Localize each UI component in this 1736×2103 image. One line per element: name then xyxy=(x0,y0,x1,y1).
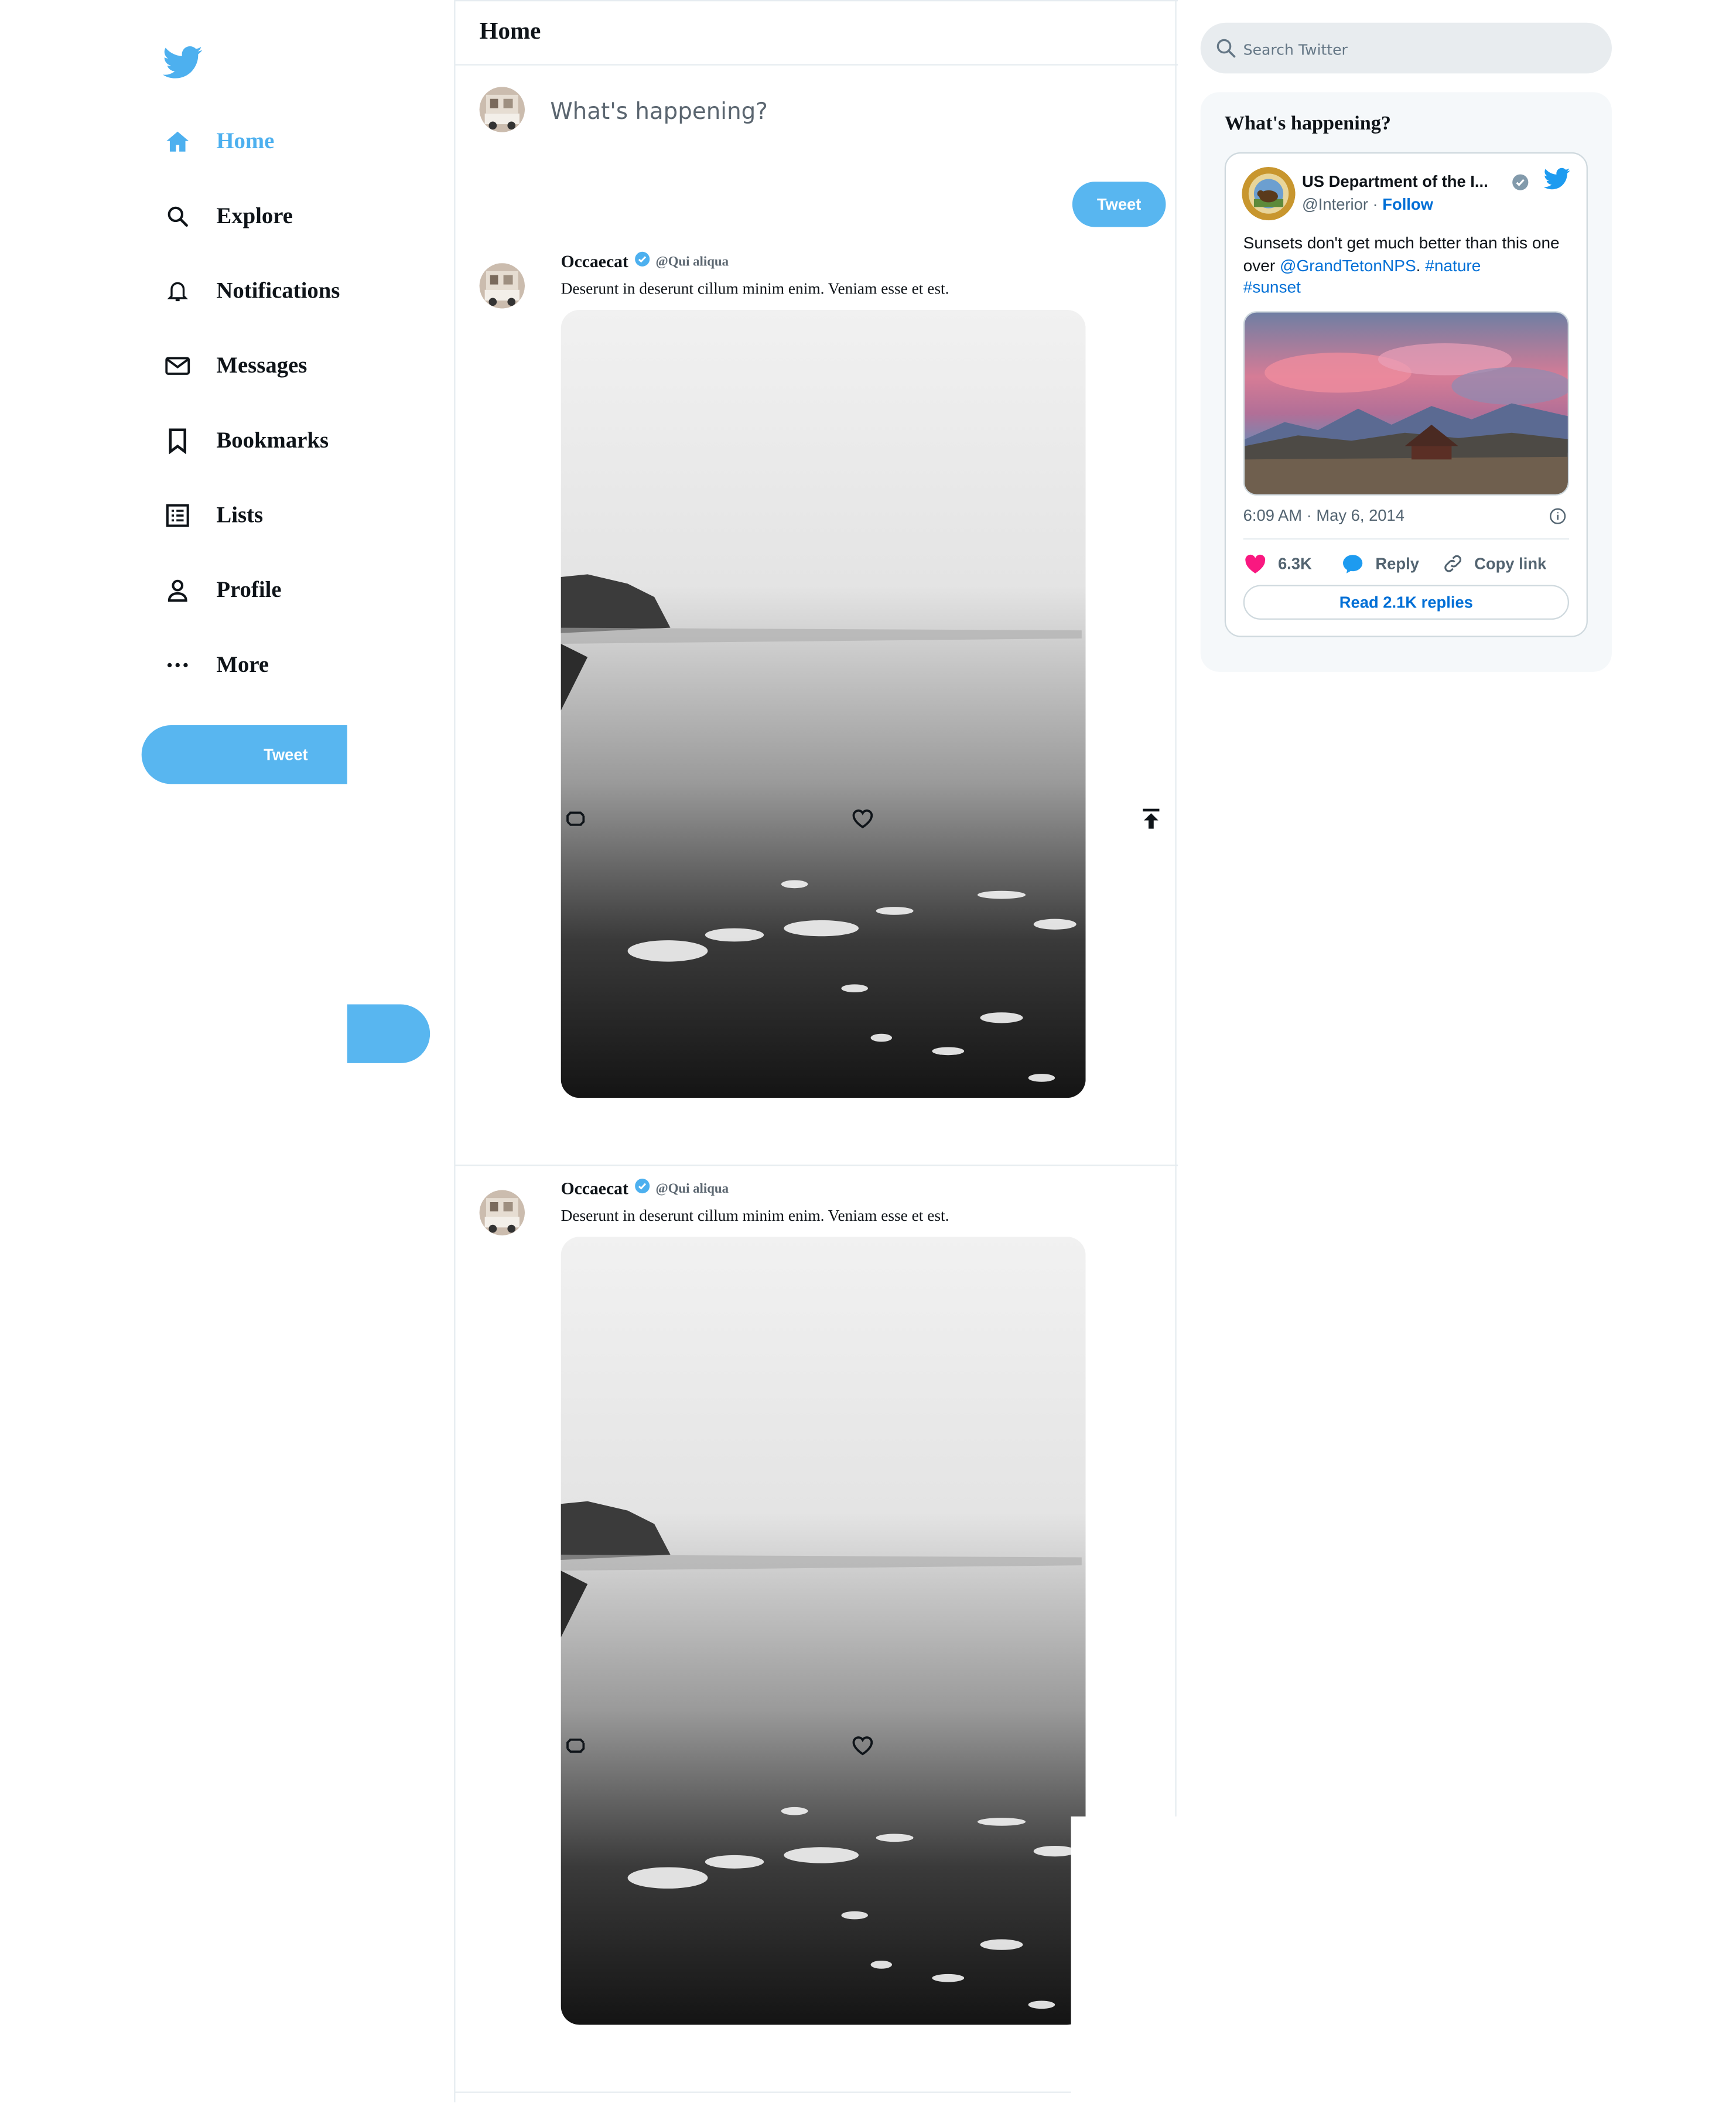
embed-photo[interactable] xyxy=(1243,311,1569,496)
list-icon xyxy=(163,501,192,530)
nav-lists-label: Lists xyxy=(216,502,264,528)
nav-notifications-label: Notifications xyxy=(216,278,340,303)
verified-badge-icon xyxy=(1512,174,1529,190)
tweet-handle[interactable]: @Qui aliqua xyxy=(655,1182,729,1197)
page-title: Home xyxy=(479,17,541,45)
nav-profile[interactable]: Profile xyxy=(163,571,282,610)
tweet-text: Deserunt in deserunt cillum minim enim. … xyxy=(561,1206,949,1225)
heart-icon xyxy=(1245,554,1266,573)
timeline: Home Tweet Occaecat @Qui aliqua Deserunt… xyxy=(454,0,1178,2102)
twitter-bird-icon[interactable] xyxy=(163,46,203,80)
link-icon xyxy=(1444,555,1461,572)
tweet-author-name[interactable]: Occaecat xyxy=(561,251,628,272)
like-icon[interactable] xyxy=(848,803,877,832)
nav-notifications[interactable]: Notifications xyxy=(163,271,340,311)
tweet-photo[interactable] xyxy=(561,1237,1086,2025)
like-count: 6.3K xyxy=(1277,554,1312,573)
read-replies-label: Read 2.1K replies xyxy=(1339,593,1473,612)
read-replies-button[interactable]: Read 2.1K replies xyxy=(1243,585,1569,620)
embed-divider xyxy=(1243,538,1569,540)
envelope-icon xyxy=(163,351,192,381)
like-icon[interactable] xyxy=(848,1730,877,1759)
interior-seal-avatar[interactable] xyxy=(1242,167,1296,221)
follow-link[interactable]: Follow xyxy=(1382,195,1433,214)
timeline-header: Home xyxy=(455,0,1178,66)
tweet-photo[interactable] xyxy=(561,309,1086,1098)
nav-explore-label: Explore xyxy=(216,203,293,228)
floating-blue-tab[interactable] xyxy=(347,1004,430,1063)
nav-messages[interactable]: Messages xyxy=(163,346,307,386)
bookmark-icon xyxy=(163,426,192,455)
whats-happening-panel: What's happening? US Department of the I… xyxy=(1200,92,1612,672)
reply-label: Reply xyxy=(1375,554,1419,573)
retweet-icon[interactable] xyxy=(561,1731,590,1760)
embed-text-part: . xyxy=(1416,255,1426,275)
compose-tweet-label: Tweet xyxy=(1096,194,1142,214)
embedded-tweet[interactable]: US Department of the I... @Interior · Fo… xyxy=(1224,152,1588,637)
search-icon xyxy=(163,202,192,231)
home-icon xyxy=(163,127,192,156)
compose-tweet-button[interactable]: Tweet xyxy=(1072,182,1166,227)
tweet-avatar[interactable] xyxy=(479,1190,525,1235)
tweet-text: Deserunt in deserunt cillum minim enim. … xyxy=(561,279,949,298)
tweet-author-name[interactable]: Occaecat xyxy=(561,1178,628,1199)
bell-icon xyxy=(163,276,192,306)
search-input[interactable] xyxy=(1241,36,1594,63)
nav-more[interactable]: More xyxy=(163,645,269,685)
copy-link-label: Copy link xyxy=(1474,554,1547,573)
embed-handle[interactable]: @Interior xyxy=(1302,195,1368,214)
nav-home[interactable]: Home xyxy=(163,121,274,161)
compose-avatar[interactable] xyxy=(479,87,525,132)
sidebar-tweet-button[interactable]: Tweet xyxy=(141,725,347,784)
nav-bookmarks[interactable]: Bookmarks xyxy=(163,421,329,460)
panel-title: What's happening? xyxy=(1224,113,1391,135)
timeline-border xyxy=(1175,0,1177,1817)
embed-handle-row: @Interior · Follow xyxy=(1302,195,1433,214)
search-icon xyxy=(1216,39,1236,58)
verified-badge-icon xyxy=(635,1179,650,1194)
verified-badge-icon xyxy=(635,251,650,267)
blank-overlay xyxy=(1071,1816,1191,2102)
twitter-bird-icon[interactable] xyxy=(1543,167,1571,191)
reply-action[interactable]: Reply xyxy=(1341,550,1419,577)
retweet-icon[interactable] xyxy=(561,804,590,834)
info-icon[interactable] xyxy=(1549,507,1567,525)
nav-bookmarks-label: Bookmarks xyxy=(216,427,329,453)
like-action[interactable]: 6.3K xyxy=(1243,550,1312,577)
more-icon xyxy=(163,650,192,680)
search-bar[interactable] xyxy=(1200,22,1612,74)
sidebar-tweet-label: Tweet xyxy=(264,745,308,764)
nav-messages-label: Messages xyxy=(216,352,307,378)
reply-bubble-icon xyxy=(1343,555,1363,573)
tweet-handle[interactable]: @Qui aliqua xyxy=(655,255,729,269)
embed-timestamp[interactable]: 6:09 AM · May 6, 2014 xyxy=(1243,506,1404,525)
tweet-divider xyxy=(455,1165,1178,1166)
embed-author-name[interactable]: US Department of the I... xyxy=(1302,172,1488,191)
left-sidebar: Home Explore Notifications Messages Book… xyxy=(0,0,454,2102)
tweet-divider xyxy=(455,2091,1178,2093)
mention-link[interactable]: @GrandTetonNPS xyxy=(1280,256,1416,275)
embed-text: Sunsets don't get much better than this … xyxy=(1243,233,1574,299)
nav-lists[interactable]: Lists xyxy=(163,496,263,535)
nav-more-label: More xyxy=(216,651,269,677)
copy-link-action[interactable]: Copy link xyxy=(1442,550,1546,577)
share-icon[interactable] xyxy=(1136,804,1166,834)
person-icon xyxy=(163,576,192,605)
compose-input[interactable] xyxy=(547,93,1114,131)
nav-profile-label: Profile xyxy=(216,576,282,603)
embed-handle-separator: · xyxy=(1368,194,1383,214)
hashtag-link[interactable]: #nature xyxy=(1425,256,1481,275)
hashtag-link[interactable]: #sunset xyxy=(1243,278,1301,296)
tweet-avatar[interactable] xyxy=(479,263,525,309)
nav-explore[interactable]: Explore xyxy=(163,196,293,236)
nav-home-label: Home xyxy=(216,128,275,154)
